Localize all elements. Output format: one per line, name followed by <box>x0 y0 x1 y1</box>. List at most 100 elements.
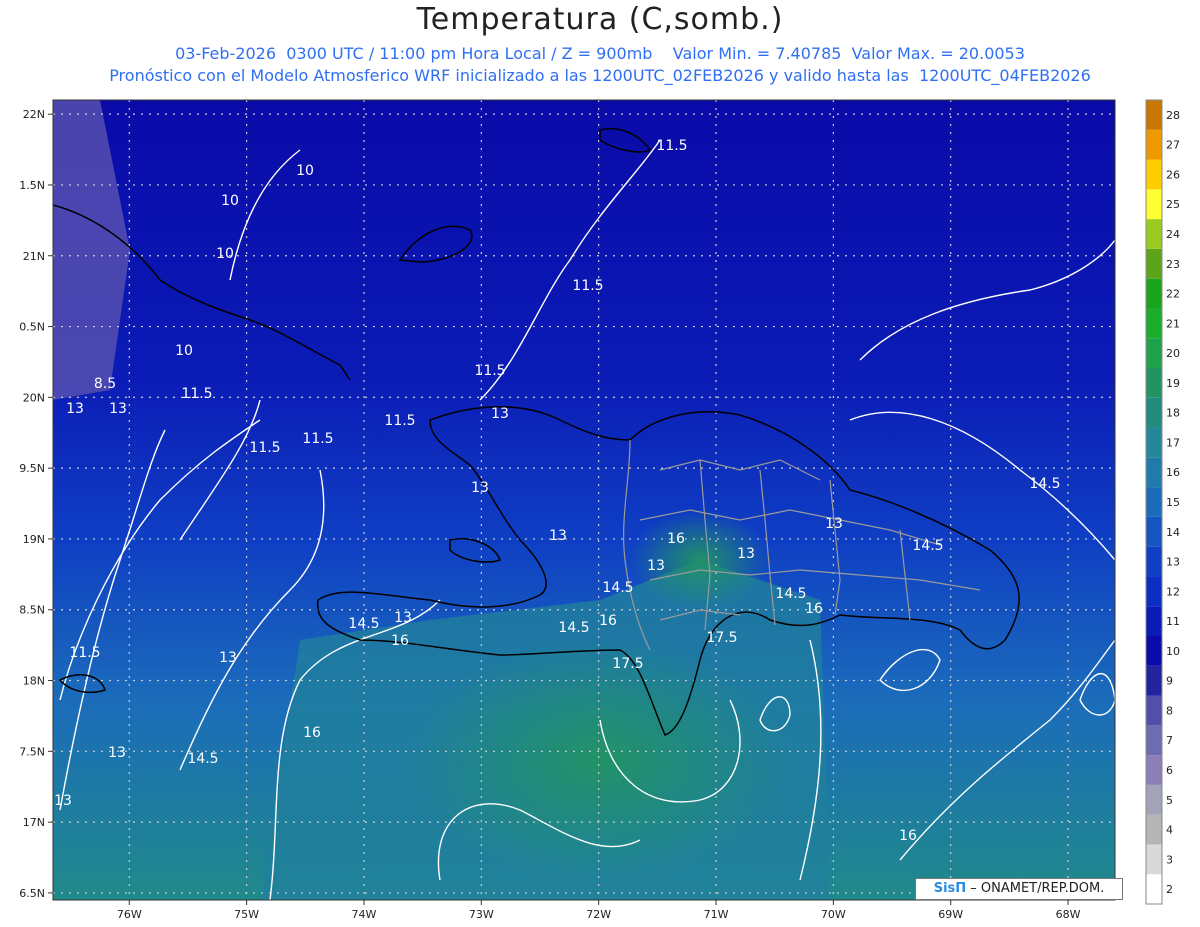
colorbar-label: 19 <box>1166 377 1180 390</box>
contour-label: 11.5 <box>69 645 100 661</box>
colorbar-label: 12 <box>1166 585 1180 598</box>
colorbar-swatch <box>1146 159 1162 190</box>
contour-label: 14.5 <box>775 586 806 602</box>
sispi-logo: SisΠ <box>933 881 967 896</box>
colorbar-swatch <box>1146 695 1162 726</box>
contour-label: 10 <box>221 193 239 209</box>
y-tick-label: 21N <box>23 250 45 263</box>
colorbar-label: 17 <box>1166 436 1180 449</box>
colorbar-label: 4 <box>1166 824 1173 837</box>
colorbar-label: 27 <box>1166 139 1180 152</box>
contour-label: 10 <box>296 163 314 179</box>
contour-label: 13 <box>394 610 412 626</box>
y-tick-label: 19N <box>23 533 45 546</box>
x-tick-label: 72W <box>586 908 611 921</box>
colorbar-swatch <box>1146 874 1162 904</box>
contour-label: 13 <box>737 546 755 562</box>
x-tick-label: 69W <box>938 908 963 921</box>
colorbar-swatch <box>1146 427 1162 458</box>
colorbar-swatch <box>1146 129 1162 160</box>
colorbar-swatch <box>1146 755 1162 785</box>
colorbar-label: 14 <box>1166 526 1180 539</box>
contour-label: 13 <box>219 650 237 666</box>
colorbar-swatch <box>1146 368 1162 398</box>
colorbar-label: 21 <box>1166 317 1180 330</box>
x-tick-label: 68W <box>1056 908 1081 921</box>
colorbar-label: 10 <box>1166 645 1180 658</box>
contour-label: 13 <box>109 401 127 417</box>
x-tick-label: 74W <box>352 908 377 921</box>
contour-label: 16 <box>303 725 321 741</box>
y-tick-label: 7.5N <box>19 745 45 758</box>
colorbar-swatch <box>1146 844 1162 875</box>
temperature-map: 11.5 10 10 10 10 11.5 13 13 14.5 8.5 11.5 11.5 11.5 1… <box>19 99 1180 921</box>
contour-label: 11.5 <box>384 413 415 429</box>
colorbar-label: 22 <box>1166 288 1180 301</box>
colorbar-label: 11 <box>1166 615 1180 628</box>
colorbar-label: 25 <box>1166 198 1180 211</box>
contour-label: 13 <box>647 558 665 574</box>
contour-label: 16 <box>899 828 917 844</box>
contour-label: 13 <box>54 793 72 809</box>
contour-label: 13 <box>108 745 126 761</box>
colorbar-label: 26 <box>1166 168 1180 181</box>
y-tick-label: 22N <box>23 108 45 121</box>
contour-label: 11.5 <box>249 440 280 456</box>
warm-core <box>410 640 790 880</box>
contour-label: 13 <box>491 406 509 422</box>
y-tick-label: 1.5N <box>19 179 45 192</box>
colorbar-label: 13 <box>1166 556 1180 569</box>
colorbar-label: 24 <box>1166 228 1180 241</box>
colorbar-swatch <box>1146 248 1162 279</box>
colorbar-swatch <box>1146 665 1162 696</box>
colorbar-swatch <box>1146 636 1162 666</box>
colorbar-swatch <box>1146 576 1162 607</box>
contour-label: 11.5 <box>474 363 505 379</box>
y-tick-label: 9.5N <box>19 462 45 475</box>
x-tick-label: 73W <box>469 908 494 921</box>
contour-label: 11.5 <box>572 278 603 294</box>
colorbar-label: 16 <box>1166 466 1180 479</box>
colorbar-label: 23 <box>1166 258 1180 271</box>
contour-label: 14.5 <box>912 538 943 554</box>
colorbar-label: 6 <box>1166 764 1173 777</box>
contour-label: 11.5 <box>302 431 333 447</box>
colorbar-label: 9 <box>1166 675 1173 688</box>
colorbar-label: 18 <box>1166 407 1180 420</box>
contour-label: 16 <box>805 601 823 617</box>
contour-label: 14.5 <box>602 580 633 596</box>
contour-label: 13 <box>549 528 567 544</box>
y-tick-label: 8.5N <box>19 604 45 617</box>
y-tick-label: 18N <box>23 675 45 688</box>
colorbar-swatch <box>1146 606 1162 636</box>
colorbar-swatch <box>1146 338 1162 368</box>
colorbar-swatch <box>1146 784 1162 815</box>
colorbar-swatch <box>1146 516 1162 547</box>
x-tick-label: 75W <box>234 908 259 921</box>
colorbar-swatch <box>1146 487 1162 517</box>
x-tick-label: 76W <box>117 908 142 921</box>
y-tick-label: 6.5N <box>19 887 45 900</box>
y-tick-label: 17N <box>23 816 45 829</box>
colorbar-swatch <box>1146 397 1162 428</box>
contour-label: 14.5 <box>1029 476 1060 492</box>
colorbar-swatch <box>1146 814 1162 845</box>
colorbar-label: 20 <box>1166 347 1180 360</box>
colorbar-label: 28 <box>1166 109 1180 122</box>
contour-label: 14.5 <box>348 616 379 632</box>
contour-label: 13 <box>66 401 84 417</box>
contour-label: 14.5 <box>558 620 589 636</box>
colorbar-label: 5 <box>1166 794 1173 807</box>
colorbar-label: 2 <box>1166 883 1173 896</box>
contour-label: 16 <box>667 531 685 547</box>
x-tick-label: 71W <box>704 908 729 921</box>
contour-label: 10 <box>216 246 234 262</box>
contour-label: 17.5 <box>612 656 643 672</box>
colorbar-swatch <box>1146 278 1162 309</box>
colorbar-swatch <box>1146 308 1162 339</box>
colorbar-swatch <box>1146 219 1162 249</box>
x-tick-label: 70W <box>821 908 846 921</box>
colorbar-swatch <box>1146 457 1162 488</box>
colorbar-label: 3 <box>1166 853 1173 866</box>
contour-label: 11.5 <box>181 386 212 402</box>
